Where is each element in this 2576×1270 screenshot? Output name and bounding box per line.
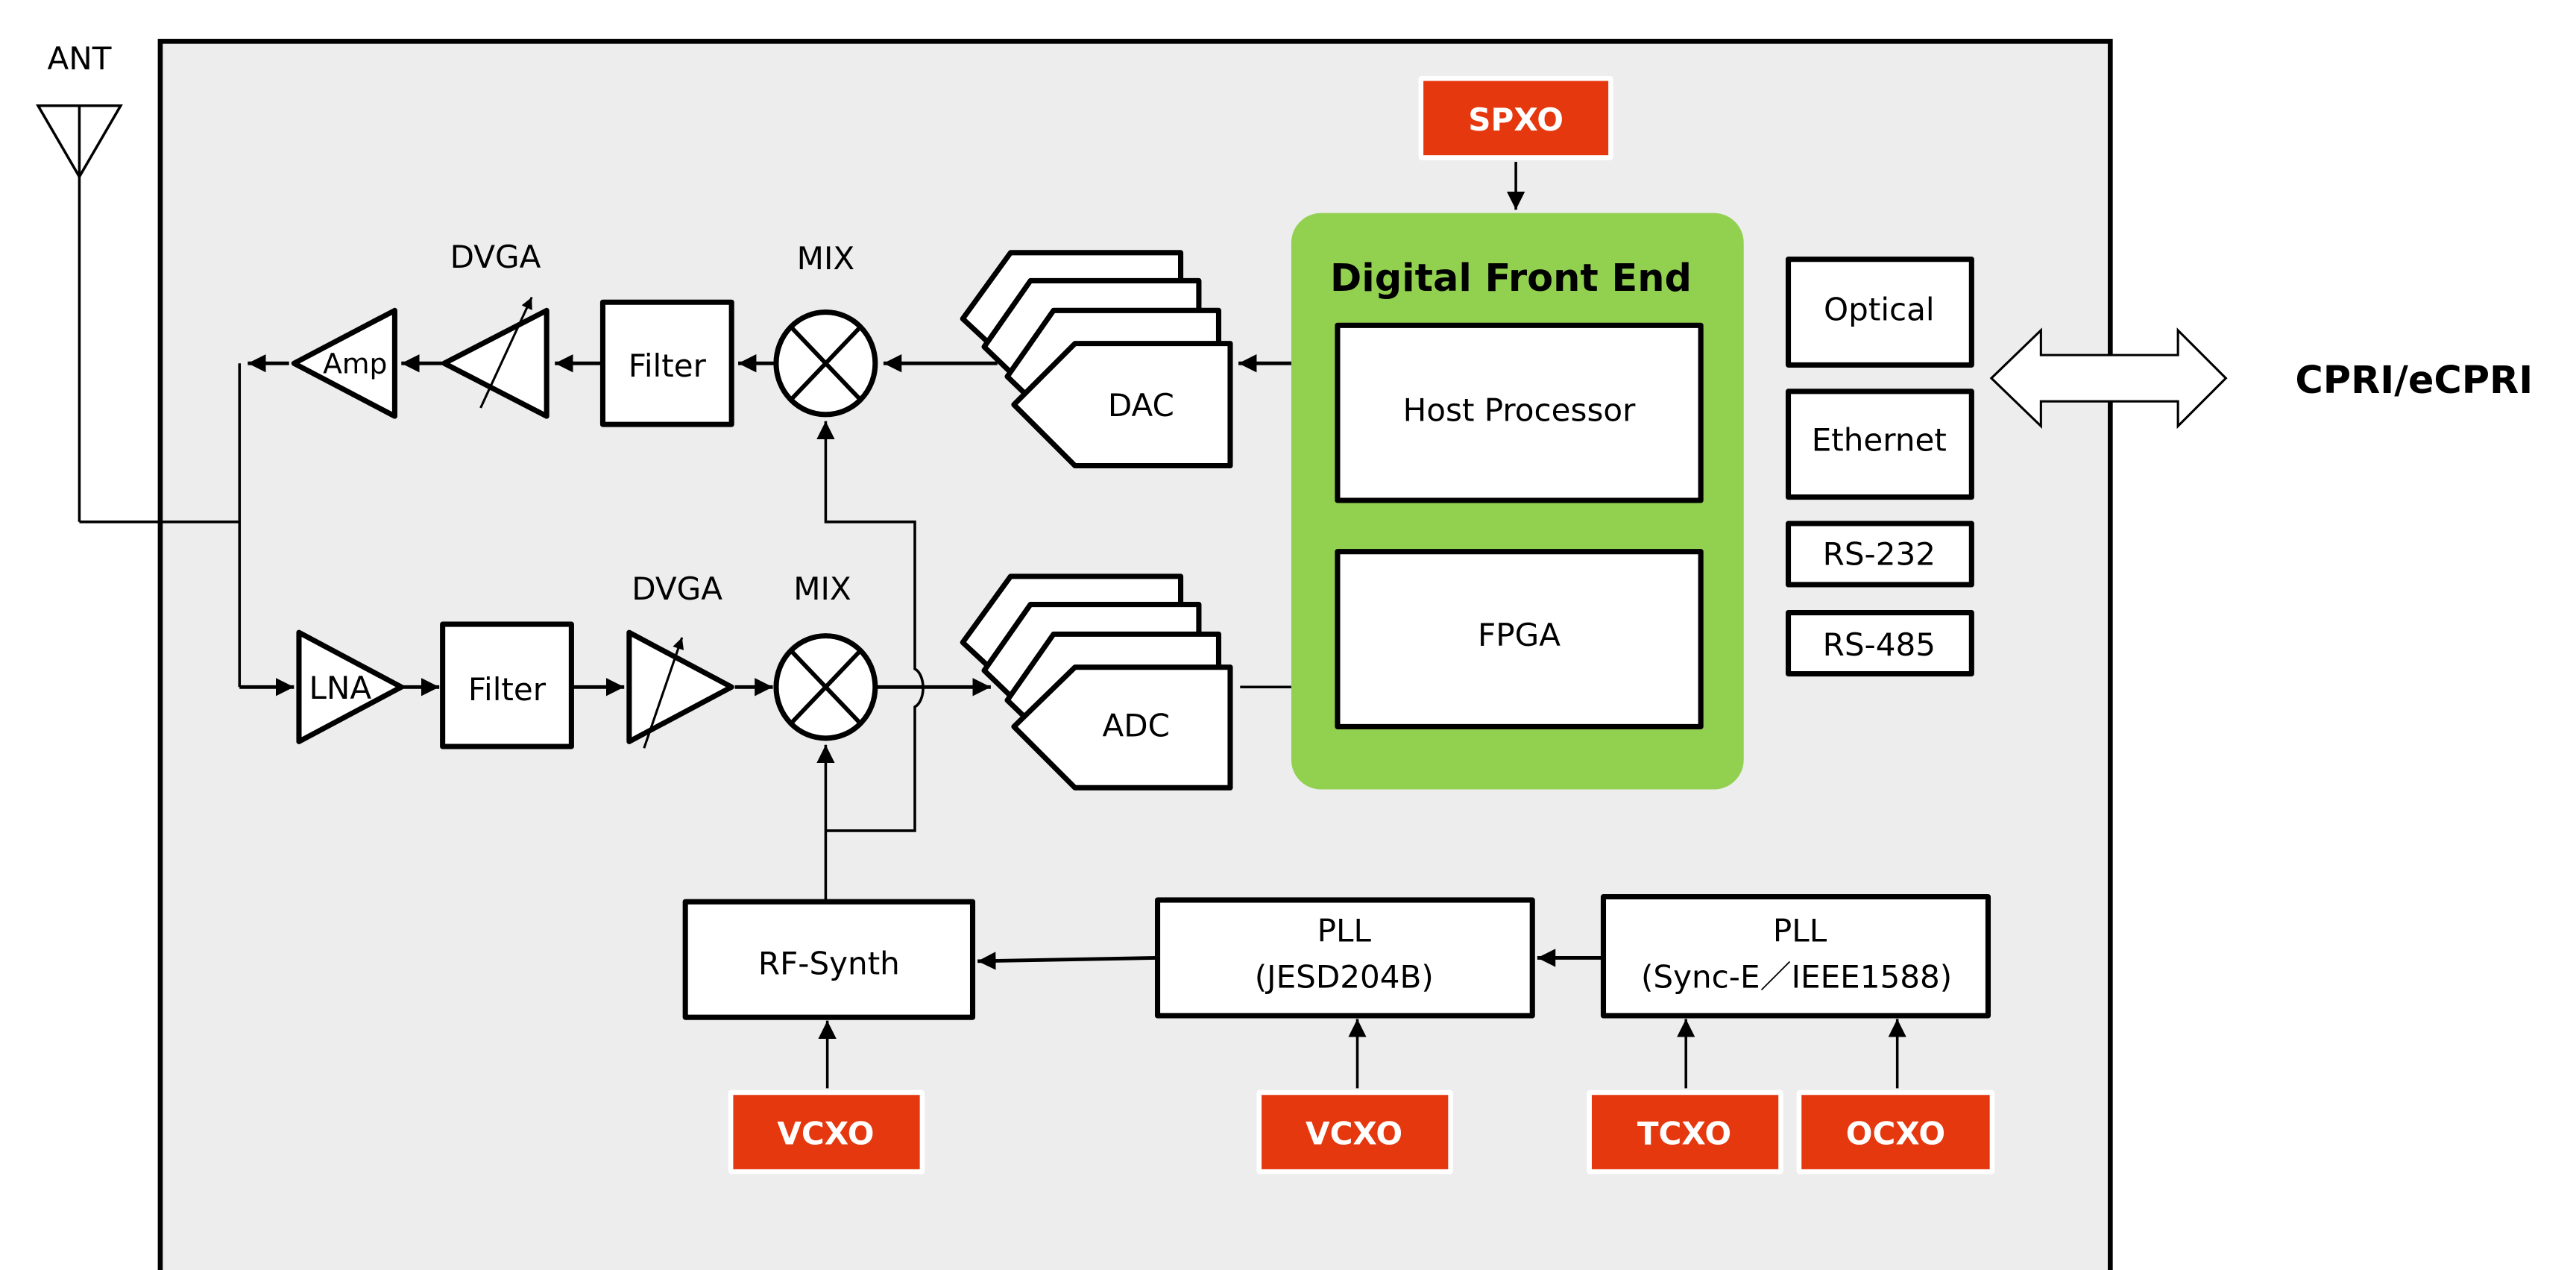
vcxo-pll-oscillator[interactable]: VCXO [1256,1090,1453,1175]
host-processor-label: Host Processor [1403,392,1636,429]
tx-amp-label: Amp [323,347,387,380]
vcxo-rf-label: VCXO [777,1116,874,1152]
adc-label: ADC [1102,708,1170,744]
rx-dvga-label: DVGA [632,570,722,607]
interface-rs485[interactable]: RS-485 [1785,610,1974,677]
tcxo-label: TCXO [1637,1116,1731,1152]
rx-filter[interactable]: Filter [440,621,574,749]
tcxo-oscillator[interactable]: TCXO [1587,1090,1783,1175]
interface-ethernet-label: Ethernet [1812,422,1947,459]
cpri-label: CPRI/eCPRI [2295,359,2533,403]
tx-mix-label: MIX [797,240,855,277]
vcxo-rf-oscillator[interactable]: VCXO [728,1090,925,1175]
dac-label: DAC [1108,387,1174,424]
dfe-title: Digital Front End [1330,257,1692,301]
pll-sync-e-block[interactable]: PLL (Sync-E／IEEE1588) [1600,893,1991,1019]
rf-synth-block[interactable]: RF-Synth [682,899,976,1020]
ocxo-label: OCXO [1846,1116,1945,1152]
pll-sync-line1: PLL [1773,912,1827,949]
tx-mixer-icon[interactable] [773,309,878,418]
pll-jesd-line2: (JESD204B) [1255,958,1434,995]
pll-sync-line2: (Sync-E／IEEE1588) [1641,958,1952,995]
radio-unit-block-diagram: ANT Amp DVGA Filter MIX DAC LNA Filter D… [35,39,2533,1270]
interface-optical[interactable]: Optical [1785,257,1974,368]
rx-mix-label: MIX [793,570,851,607]
interface-rs232-label: RS-232 [1823,535,1936,572]
spxo-oscillator[interactable]: SPXO [1418,75,1613,160]
host-processor-block[interactable]: Host Processor [1335,322,1704,503]
rx-mixer-icon[interactable] [773,633,878,741]
tx-filter-label: Filter [629,348,707,384]
interface-ethernet[interactable]: Ethernet [1785,389,1974,500]
interface-rs485-label: RS-485 [1823,626,1936,663]
fpga-label: FPGA [1478,617,1561,653]
tx-filter[interactable]: Filter [599,299,734,427]
interface-optical-label: Optical [1824,292,1935,328]
rx-filter-label: Filter [468,671,547,708]
rx-lna-label: LNA [309,670,371,706]
pll-jesd-line1: PLL [1317,912,1372,949]
fpga-block[interactable]: FPGA [1335,549,1704,729]
tx-dvga-label: DVGA [450,239,541,275]
antenna-icon [35,104,123,522]
ocxo-oscillator[interactable]: OCXO [1796,1090,1995,1175]
spxo-label: SPXO [1468,101,1563,138]
digital-front-end[interactable]: Digital Front End Host Processor FPGA [1291,213,1744,790]
rf-synth-label: RF-Synth [758,946,900,982]
pll-jesd204b-block[interactable]: PLL (JESD204B) [1155,897,1535,1019]
vcxo-pll-label: VCXO [1306,1116,1402,1152]
interface-rs232[interactable]: RS-232 [1785,521,1974,588]
antenna-label: ANT [47,40,111,77]
